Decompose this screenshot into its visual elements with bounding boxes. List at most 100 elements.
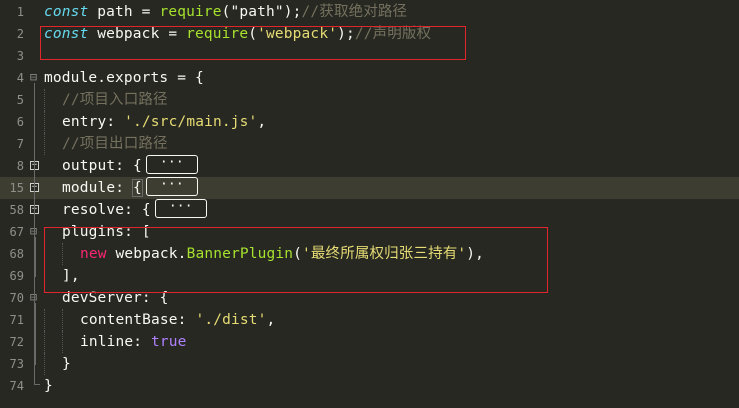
code-token: webpack. (106, 246, 187, 262)
code-text[interactable]: entry: './src/main.js', (62, 111, 266, 133)
code-text[interactable]: contentBase: './dist', (80, 309, 275, 331)
line-number: 71 (9, 313, 24, 327)
indent-guide (62, 243, 63, 265)
code-text[interactable]: ], (62, 265, 80, 287)
function-name: BannerPlugin (186, 246, 294, 262)
line-number: 8 (16, 159, 24, 173)
line-number: 70 (9, 291, 24, 305)
line-number: 58 (9, 203, 24, 217)
line-number: 72 (9, 335, 24, 349)
string-literal: '最终所属权归张三持有' (302, 246, 467, 262)
code-text[interactable]: plugins: [ (62, 221, 151, 243)
indent-guide (44, 309, 45, 331)
code-line[interactable]: 72 inline: true (0, 331, 739, 353)
code-line[interactable]: 7 //项目出口路径 (0, 133, 739, 155)
code-token: ("path"); (221, 4, 302, 20)
string-literal: './src/main.js' (124, 114, 258, 130)
comment: //声明版权 (354, 26, 432, 42)
code-token: entry: (62, 114, 125, 130)
boolean-literal: true (151, 334, 187, 350)
code-line[interactable]: 6 entry: './src/main.js', (0, 111, 739, 133)
code-token: plugins: [ (62, 224, 151, 240)
function-name: require (186, 26, 249, 42)
code-text[interactable]: output: {··· (62, 154, 198, 177)
code-text[interactable]: } (62, 353, 71, 375)
function-name: require (159, 4, 222, 20)
code-token: resolve: { (62, 202, 151, 218)
indent-guide (44, 133, 45, 155)
code-text[interactable]: //项目出口路径 (62, 133, 168, 155)
code-token: } (44, 378, 53, 394)
code-text[interactable]: } (44, 375, 53, 397)
code-line[interactable]: 70 ⊟ devServer: { (0, 287, 739, 309)
line-number: 4 (16, 71, 24, 85)
string-literal: './dist' (195, 312, 267, 328)
code-line[interactable]: 1 const path = require("path");//获取绝对路径 (0, 1, 739, 23)
indent-guide (44, 265, 45, 287)
code-text[interactable]: //项目入口路径 (62, 89, 168, 111)
code-token: webpack = (88, 26, 187, 42)
code-token: output: { (62, 158, 142, 174)
indent-guide (44, 89, 45, 111)
line-number: 73 (9, 357, 24, 371)
code-line[interactable]: 69 ], (0, 265, 739, 287)
code-token: module: (62, 180, 134, 196)
code-line[interactable]: 2 const webpack = require('webpack');//声… (0, 23, 739, 45)
code-line[interactable]: 68 new webpack.BannerPlugin('最终所属权归张三持有'… (0, 243, 739, 265)
code-token: ], (62, 268, 80, 284)
code-text[interactable]: const path = require("path");//获取绝对路径 (44, 1, 407, 23)
fold-range-line (35, 303, 36, 365)
code-token: devServer: { (62, 290, 169, 306)
code-line[interactable]: 4 ⊟ module.exports = { (0, 67, 739, 89)
code-text[interactable]: inline: true (80, 331, 187, 353)
fold-range-line (35, 237, 36, 277)
indent-guide (44, 331, 45, 353)
code-line[interactable]: 5 //项目入口路径 (0, 89, 739, 111)
line-number: 67 (9, 225, 24, 239)
code-token: ( (293, 246, 303, 262)
code-token: ( (248, 26, 258, 42)
code-line[interactable]: 73 } (0, 353, 739, 375)
code-text[interactable]: devServer: { (62, 287, 169, 309)
code-text[interactable]: module: {··· (62, 176, 198, 199)
keyword: const (44, 4, 89, 20)
code-line-active[interactable]: 15 + module: {··· (0, 176, 739, 199)
comment: //项目入口路径 (62, 92, 168, 108)
string-literal: 'webpack' (257, 26, 338, 42)
folded-code-marker[interactable]: ··· (145, 176, 198, 196)
code-token: ); (337, 26, 355, 42)
code-token: ), (466, 246, 485, 262)
code-text[interactable]: const webpack = require('webpack');//声明版… (44, 23, 431, 45)
code-token: module.exports = { (44, 70, 204, 86)
code-line[interactable]: 8 + output: {··· (0, 154, 739, 177)
keyword: const (44, 26, 89, 42)
code-token: contentBase: (80, 312, 196, 328)
indent-guide (62, 309, 63, 331)
code-token: { (132, 179, 143, 197)
comment: //项目出口路径 (62, 136, 168, 152)
indent-guide (62, 331, 63, 353)
indent-guide (44, 111, 45, 133)
code-line[interactable]: 71 contentBase: './dist', (0, 309, 739, 331)
keyword: new (80, 246, 107, 262)
code-line[interactable]: 74 } (0, 375, 739, 397)
comment: //获取绝对路径 (301, 4, 408, 20)
code-line[interactable]: 3 (0, 45, 739, 67)
code-token: , (266, 312, 276, 328)
line-number: 1 (16, 5, 24, 19)
folded-code-marker[interactable]: ··· (145, 154, 198, 174)
folded-code-marker[interactable]: ··· (154, 198, 207, 218)
code-text[interactable]: resolve: {··· (62, 198, 207, 221)
line-number: 2 (16, 27, 24, 41)
code-editor[interactable]: 1 const path = require("path");//获取绝对路径 … (0, 0, 739, 408)
fold-collapse-icon[interactable]: ⊟ (29, 71, 38, 83)
fold-range-end (34, 384, 40, 385)
code-text[interactable]: new webpack.BannerPlugin('最终所属权归张三持有'), (80, 243, 484, 265)
code-line[interactable]: 67 ⊟ plugins: [ (0, 221, 739, 243)
line-number: 69 (9, 269, 24, 283)
line-number: 68 (9, 247, 24, 261)
line-number: 6 (16, 115, 24, 129)
code-line[interactable]: 58 + resolve: {··· (0, 198, 739, 221)
code-text[interactable]: module.exports = { (44, 67, 204, 89)
code-token: inline: (80, 334, 152, 350)
